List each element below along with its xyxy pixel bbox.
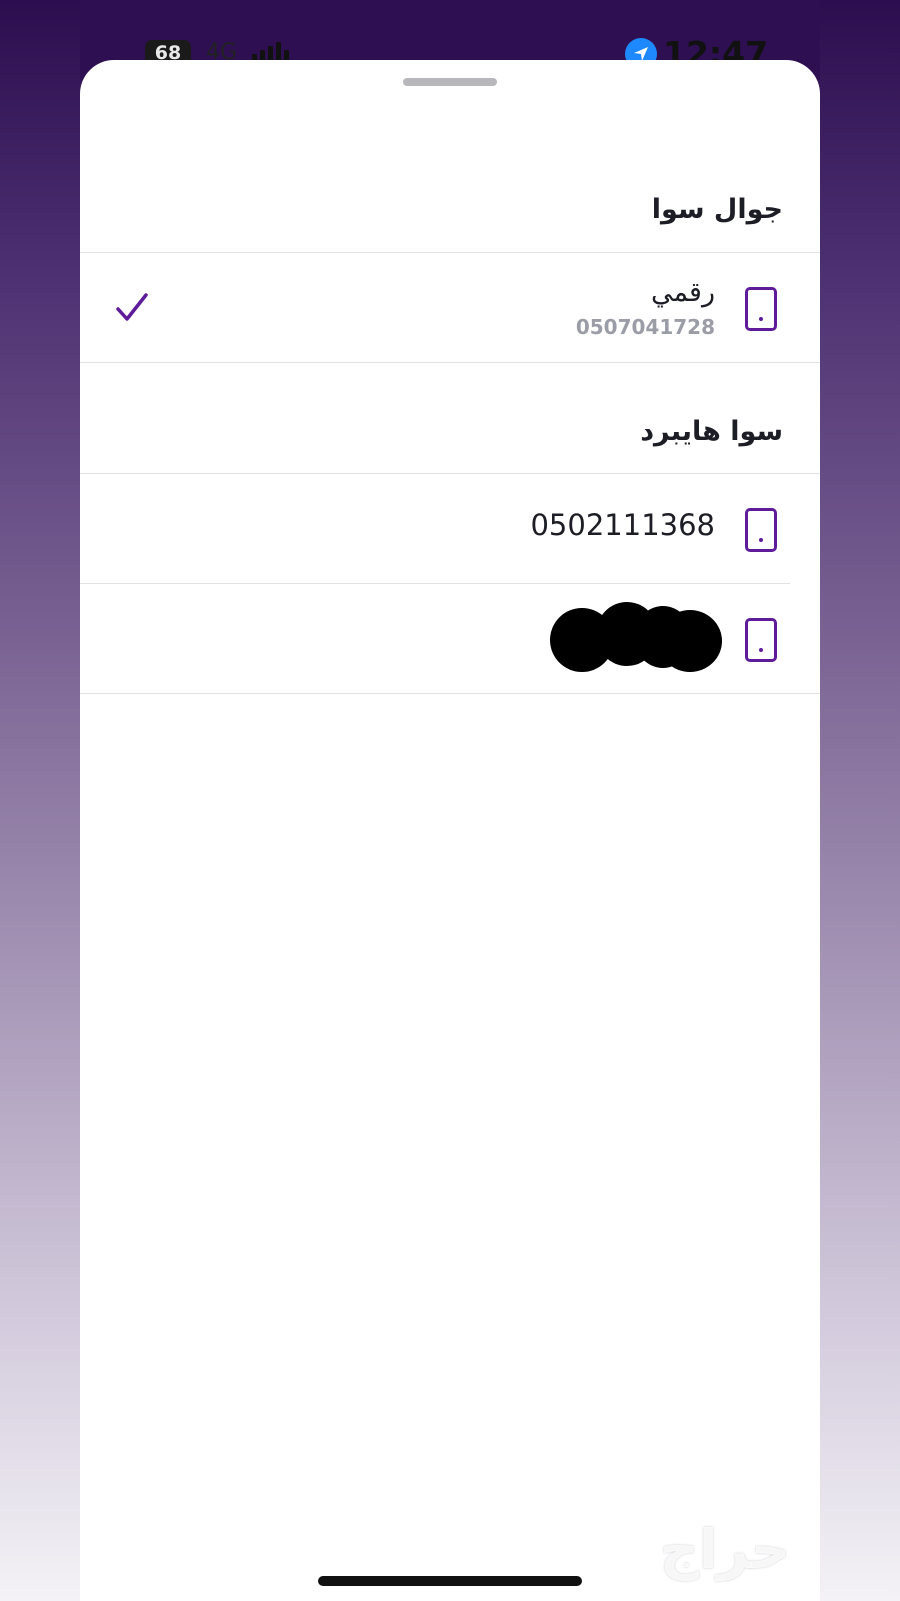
phone-outline-icon — [745, 618, 777, 662]
divider — [80, 362, 820, 363]
sheet-grabber[interactable] — [403, 78, 497, 86]
line-row-number: 0507041728 — [575, 315, 715, 339]
section-title-sawa-mobile: جوال سوا — [651, 194, 783, 225]
section-title-sawa-hybrid: سوا هايبرد — [640, 416, 783, 447]
line-row-hybrid-1[interactable]: 0502111368 — [80, 474, 820, 584]
phone-outline-icon — [745, 287, 777, 331]
home-indicator — [318, 1576, 582, 1586]
checkmark-icon — [116, 293, 148, 321]
redaction-scribble — [550, 602, 722, 672]
line-row-title: رقمي — [650, 277, 715, 308]
divider — [80, 693, 820, 694]
line-picker-sheet: جوال سوا رقمي 0507041728 سوا هايبرد 0502… — [80, 60, 820, 1601]
page: 68 4G 12:47 جوال سوا رقمي 0507041728 سوا… — [0, 0, 900, 1601]
line-row-hybrid-2[interactable] — [80, 584, 820, 694]
line-row-my-number[interactable]: رقمي 0507041728 — [80, 253, 820, 363]
line-row-number: 0502111368 — [530, 508, 715, 542]
watermark-logo: حراج — [660, 1518, 790, 1581]
phone-outline-icon — [745, 508, 777, 552]
